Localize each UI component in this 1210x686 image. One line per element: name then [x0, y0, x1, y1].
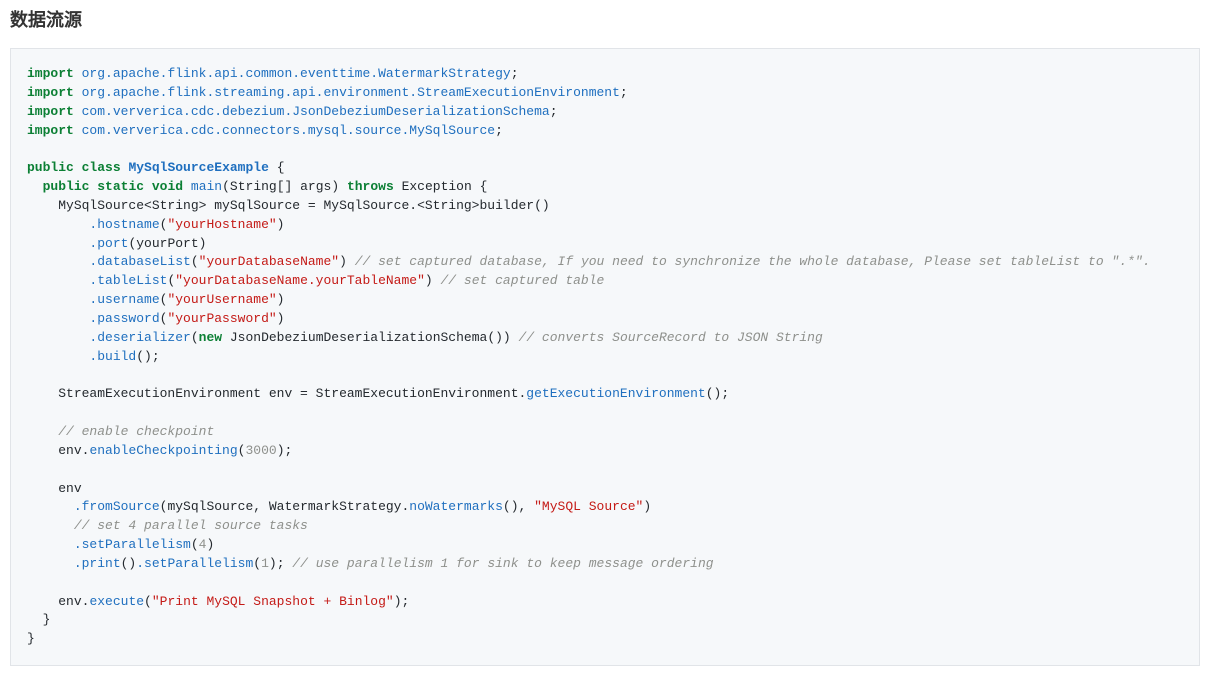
comment: // set captured table [441, 273, 605, 288]
str: "yourDatabaseName" [199, 254, 339, 269]
port-arg: (yourPort) [128, 236, 206, 251]
kw-class: class [82, 160, 121, 175]
kw-public: public [43, 179, 90, 194]
env-pre: env. [58, 443, 89, 458]
kw-static: static [97, 179, 144, 194]
num: 1 [261, 556, 269, 571]
method: .setParallelism [74, 537, 191, 552]
chain-method: .build [89, 349, 136, 364]
code-block: import org.apache.flink.api.common.event… [10, 48, 1200, 666]
kw-import: import [27, 66, 74, 81]
env-var: env [58, 481, 81, 496]
str: "MySQL Source" [534, 499, 643, 514]
str: "Print MySQL Snapshot + Binlog" [152, 594, 394, 609]
method: .print [74, 556, 121, 571]
import-path: com.ververica.cdc.debezium.JsonDebeziumD… [82, 104, 550, 119]
ctor: JsonDebeziumDeserializationSchema() [230, 330, 503, 345]
chain-method: .databaseList [89, 254, 190, 269]
comment: // use parallelism 1 for sink to keep me… [292, 556, 713, 571]
comment: // set captured database, If you need to… [355, 254, 1151, 269]
method: .setParallelism [136, 556, 253, 571]
chain-method: .hostname [89, 217, 159, 232]
chain-method: .password [89, 311, 159, 326]
build-tail: (); [136, 349, 159, 364]
decl-prefix: MySqlSource<String> mySqlSource = MySqlS… [58, 198, 549, 213]
str: "yourUsername" [167, 292, 276, 307]
kw-import: import [27, 85, 74, 100]
kw-import: import [27, 123, 74, 138]
method: enableCheckpointing [89, 443, 237, 458]
comment: // enable checkpoint [58, 424, 214, 439]
env-tail: (); [706, 386, 729, 401]
import-path: org.apache.flink.streaming.api.environme… [82, 85, 620, 100]
section-heading: 数据流源 [10, 0, 1200, 32]
import-path: org.apache.flink.api.common.eventtime.Wa… [82, 66, 511, 81]
import-path: com.ververica.cdc.connectors.mysql.sourc… [82, 123, 495, 138]
kw-public: public [27, 160, 74, 175]
method: .fromSource [74, 499, 160, 514]
chain-method: .port [89, 236, 128, 251]
chain-method: .username [89, 292, 159, 307]
kw-throws: throws [347, 179, 394, 194]
chain-method: .deserializer [89, 330, 190, 345]
str: "yourHostname" [167, 217, 276, 232]
method: execute [89, 594, 144, 609]
args-pre: (mySqlSource, WatermarkStrategy. [160, 499, 410, 514]
env-get: getExecutionEnvironment [526, 386, 705, 401]
kw-new: new [199, 330, 222, 345]
str: "yourPassword" [167, 311, 276, 326]
num: 3000 [245, 443, 276, 458]
method-main: main [191, 179, 222, 194]
comment: // set 4 parallel source tasks [74, 518, 308, 533]
args-mid: (), [503, 499, 534, 514]
kw-void: void [152, 179, 183, 194]
env-decl-pre: StreamExecutionEnvironment env = StreamE… [58, 386, 526, 401]
kw-import: import [27, 104, 74, 119]
method: noWatermarks [409, 499, 503, 514]
comment: // converts SourceRecord to JSON String [519, 330, 823, 345]
class-name: MySqlSourceExample [128, 160, 268, 175]
str: "yourDatabaseName.yourTableName" [175, 273, 425, 288]
chain-method: .tableList [89, 273, 167, 288]
exec-pre: env. [58, 594, 89, 609]
num: 4 [199, 537, 207, 552]
main-args: (String[] args) [222, 179, 339, 194]
exception-type: Exception [402, 179, 472, 194]
